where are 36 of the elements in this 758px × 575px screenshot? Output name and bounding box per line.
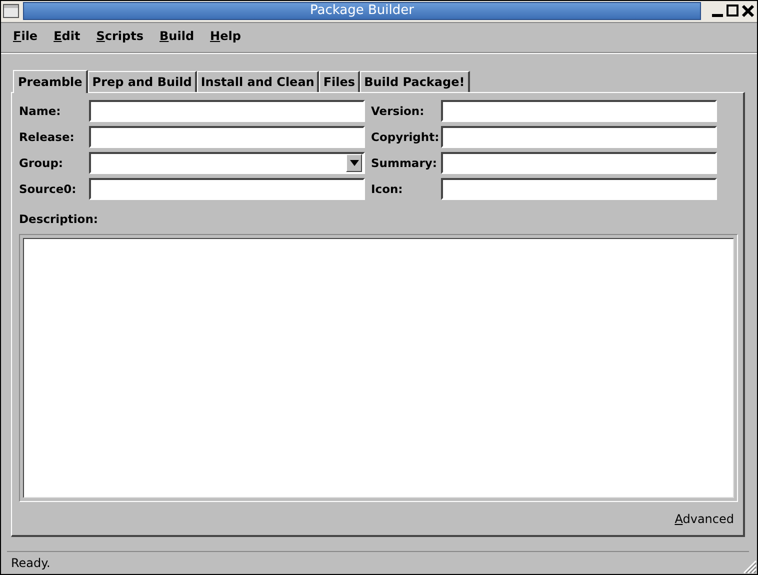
tab[interactable]: Files — [319, 70, 360, 92]
tab[interactable]: Build Package! — [360, 70, 470, 92]
text-field[interactable] — [89, 100, 365, 122]
text-field[interactable] — [89, 178, 365, 200]
field-label: Name: — [19, 102, 62, 120]
dropdown-arrow-icon[interactable] — [350, 160, 358, 166]
description-field[interactable] — [23, 238, 734, 498]
field-label: Icon: — [371, 180, 404, 198]
menu-item[interactable]: Build — [152, 28, 202, 43]
dropdown-field[interactable] — [89, 152, 365, 174]
field-label: Copyright: — [371, 128, 440, 146]
close-icon[interactable] — [741, 4, 755, 18]
advanced-button[interactable]: Advanced — [670, 510, 738, 528]
resize-grip-icon[interactable] — [741, 558, 757, 574]
menu-item[interactable]: File — [5, 28, 46, 43]
text-field[interactable] — [441, 126, 717, 148]
status-text: Ready. — [11, 556, 50, 570]
maximize-icon[interactable] — [726, 4, 740, 18]
tab[interactable]: Install and Clean — [196, 70, 320, 92]
field-label: Version: — [371, 102, 426, 120]
field-label: Release: — [19, 128, 76, 146]
tab[interactable]: Prep and Build — [88, 70, 197, 92]
description-label: Description: — [19, 212, 99, 226]
menu-item[interactable]: Scripts — [88, 28, 152, 43]
field-label: Source0: — [19, 180, 78, 198]
menu-item[interactable]: Edit — [46, 28, 88, 43]
text-field[interactable] — [441, 178, 717, 200]
window-menu-icon[interactable] — [3, 4, 19, 18]
menu-item[interactable]: Help — [202, 28, 249, 43]
text-field[interactable] — [441, 100, 717, 122]
text-field[interactable] — [89, 126, 365, 148]
tab[interactable]: Preamble — [13, 70, 88, 93]
field-label: Group: — [19, 154, 64, 172]
field-label: Summary: — [371, 154, 438, 172]
text-field[interactable] — [441, 152, 717, 174]
window-title: Package Builder — [23, 2, 701, 20]
